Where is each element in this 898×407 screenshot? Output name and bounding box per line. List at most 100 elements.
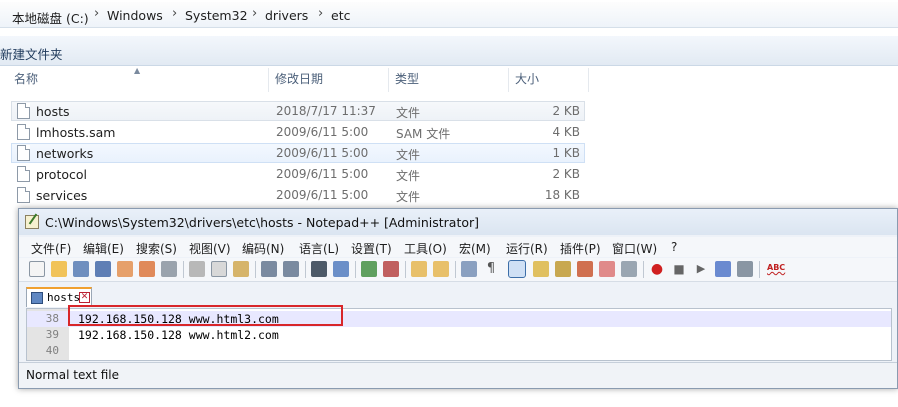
menu-file[interactable]: 文件(F) — [31, 240, 71, 257]
find-icon[interactable] — [311, 261, 327, 277]
column-divider[interactable] — [388, 68, 389, 92]
file-name: lmhosts.sam — [36, 125, 116, 140]
close-all-icon[interactable] — [139, 261, 155, 277]
udl-icon[interactable] — [533, 261, 549, 277]
column-divider[interactable] — [508, 68, 509, 92]
file-row[interactable]: protocol 2009/6/11 5:00 文件 2 KB — [11, 164, 585, 184]
file-size: 18 KB — [544, 188, 580, 202]
new-folder-button[interactable]: 新建文件夹 — [0, 44, 63, 63]
menu-plugins[interactable]: 插件(P) — [560, 240, 601, 257]
file-modified: 2009/6/11 5:00 — [276, 167, 369, 181]
close-icon[interactable]: ✕ — [79, 292, 90, 303]
column-header-name[interactable]: 名称 — [14, 70, 38, 92]
spell-check-icon[interactable]: ABC — [767, 261, 785, 277]
breadcrumb-windows[interactable]: Windows — [107, 8, 163, 23]
line-text[interactable]: 192.168.150.128 www.html2.com — [78, 328, 279, 342]
word-wrap-icon[interactable] — [461, 261, 477, 277]
file-icon — [17, 187, 30, 203]
editor-line[interactable]: 40 — [27, 343, 891, 359]
file-row[interactable]: networks 2009/6/11 5:00 文件 1 KB — [11, 143, 585, 163]
folder-workspace-icon[interactable] — [599, 261, 615, 277]
stop-macro-icon[interactable]: ■ — [671, 261, 687, 277]
highlight-annotation-box — [68, 305, 343, 326]
file-type: 文件 — [396, 106, 421, 120]
file-type: 文件 — [396, 148, 421, 162]
file-row[interactable]: hosts 2018/7/17 11:37 文件 2 KB — [11, 101, 585, 121]
sync-horizontal-icon[interactable] — [433, 261, 449, 277]
menu-run[interactable]: 运行(R) — [506, 240, 548, 257]
record-macro-icon[interactable]: ● — [649, 261, 665, 277]
column-header-modified[interactable]: 修改日期 — [275, 70, 323, 92]
show-all-chars-icon[interactable]: ¶ — [483, 261, 499, 277]
cut-icon[interactable] — [189, 261, 205, 277]
print-icon[interactable] — [161, 261, 177, 277]
doc-map-icon[interactable] — [555, 261, 571, 277]
zoom-in-icon[interactable] — [361, 261, 377, 277]
menu-encoding[interactable]: 编码(N) — [242, 240, 284, 257]
menu-window[interactable]: 窗口(W) — [612, 240, 657, 257]
file-name: hosts — [36, 104, 70, 119]
column-divider[interactable] — [588, 68, 589, 92]
menu-macro[interactable]: 宏(M) — [459, 240, 491, 257]
breadcrumb-system32[interactable]: System32 — [185, 8, 248, 23]
indent-guide-icon[interactable] — [508, 260, 526, 278]
close-file-icon[interactable] — [117, 261, 133, 277]
toolbar-separator — [355, 261, 356, 278]
copy-icon[interactable] — [211, 261, 227, 277]
file-icon — [17, 124, 30, 140]
new-file-icon[interactable] — [29, 261, 45, 277]
tab-hosts[interactable]: hosts ✕ — [26, 287, 92, 307]
file-icon — [17, 145, 30, 161]
chevron-right-icon[interactable]: › — [252, 6, 257, 21]
chevron-right-icon[interactable]: › — [172, 6, 177, 21]
menu-tools[interactable]: 工具(O) — [404, 240, 447, 257]
menu-edit[interactable]: 编辑(E) — [83, 240, 124, 257]
line-number: 38 — [45, 312, 59, 325]
zoom-out-icon[interactable] — [383, 261, 399, 277]
editor-line[interactable]: 39 192.168.150.128 www.html2.com — [27, 327, 891, 343]
menu-language[interactable]: 语言(L) — [299, 240, 339, 257]
toolbar-separator — [643, 261, 644, 278]
window-title: C:\Windows\System32\drivers\etc\hosts - … — [45, 215, 480, 230]
file-type: SAM 文件 — [396, 127, 451, 141]
file-name: protocol — [36, 167, 87, 182]
paste-icon[interactable] — [233, 261, 249, 277]
file-name: networks — [36, 146, 94, 161]
save-macro-icon[interactable] — [737, 261, 753, 277]
notepad-window: C:\Windows\System32\drivers\etc\hosts - … — [18, 208, 898, 389]
undo-icon[interactable] — [261, 261, 277, 277]
file-icon — [17, 166, 30, 182]
play-macro-icon[interactable]: ▶ — [693, 261, 709, 277]
file-row[interactable]: services 2009/6/11 5:00 文件 18 KB — [11, 185, 585, 205]
title-bar[interactable]: C:\Windows\System32\drivers\etc\hosts - … — [19, 209, 897, 235]
monitoring-eye-icon[interactable] — [621, 261, 637, 277]
save-all-icon[interactable] — [95, 261, 111, 277]
chevron-right-icon[interactable]: › — [94, 6, 99, 21]
chevron-right-icon[interactable]: › — [318, 6, 323, 21]
status-bar: Normal text file — [19, 362, 897, 388]
open-file-icon[interactable] — [51, 261, 67, 277]
menu-view[interactable]: 视图(V) — [189, 240, 231, 257]
run-macro-multiple-icon[interactable] — [715, 261, 731, 277]
file-icon — [17, 103, 30, 119]
function-list-icon[interactable] — [577, 261, 593, 277]
column-divider[interactable] — [268, 68, 269, 92]
file-row[interactable]: lmhosts.sam 2009/6/11 5:00 SAM 文件 4 KB — [11, 122, 585, 142]
redo-icon[interactable] — [283, 261, 299, 277]
toolbar-separator — [305, 261, 306, 278]
breadcrumb-drivers[interactable]: drivers — [265, 8, 308, 23]
saved-file-icon — [31, 292, 43, 304]
sync-vertical-icon[interactable] — [411, 261, 427, 277]
menu-settings[interactable]: 设置(T) — [351, 240, 392, 257]
toolbar-separator — [183, 261, 184, 278]
save-icon[interactable] — [73, 261, 89, 277]
notepad-app-icon — [25, 215, 39, 229]
replace-icon[interactable] — [333, 261, 349, 277]
breadcrumb-drive[interactable]: 本地磁盘 (C:) — [12, 8, 89, 27]
command-bar: 新建文件夹 — [0, 36, 898, 66]
breadcrumb-etc[interactable]: etc — [331, 8, 350, 23]
menu-search[interactable]: 搜索(S) — [136, 240, 177, 257]
column-header-size[interactable]: 大小 — [515, 70, 539, 92]
column-header-type[interactable]: 类型 — [395, 70, 419, 92]
menu-help[interactable]: ? — [671, 240, 677, 254]
